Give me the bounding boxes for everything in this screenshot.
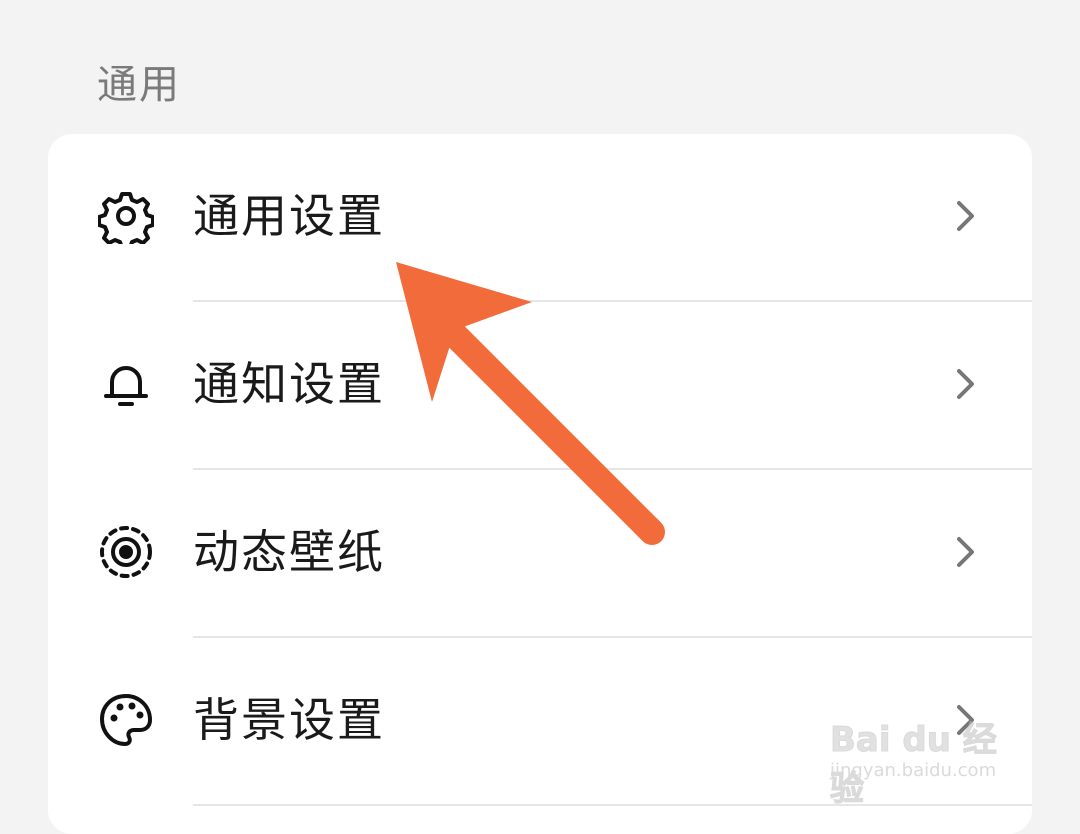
menu-item-general-settings[interactable]: 通用设置 <box>48 134 1032 302</box>
palette-icon <box>98 692 154 748</box>
section-title: 通用 <box>97 62 181 108</box>
chevron-right-icon <box>954 536 978 568</box>
bell-icon <box>98 356 154 412</box>
dynamic-wallpaper-icon <box>98 524 154 580</box>
divider <box>193 804 1032 806</box>
gear-icon <box>97 188 155 250</box>
menu-item-label: 背景设置 <box>193 693 385 747</box>
menu-item-label: 动态壁纸 <box>193 525 385 579</box>
menu-item-notification-settings[interactable]: 通知设置 <box>48 302 1032 470</box>
chevron-right-icon <box>954 200 978 232</box>
menu-item-dynamic-wallpaper[interactable]: 动态壁纸 <box>48 470 1032 638</box>
chevron-right-icon <box>954 368 978 400</box>
menu-item-label: 通知设置 <box>193 357 385 411</box>
menu-item-background-settings[interactable]: 背景设置 <box>48 638 1032 806</box>
chevron-right-icon <box>954 704 978 736</box>
menu-item-label: 通用设置 <box>193 189 385 243</box>
settings-card: 通用设置 通知设置 动态壁纸 背景设置 <box>48 134 1032 834</box>
